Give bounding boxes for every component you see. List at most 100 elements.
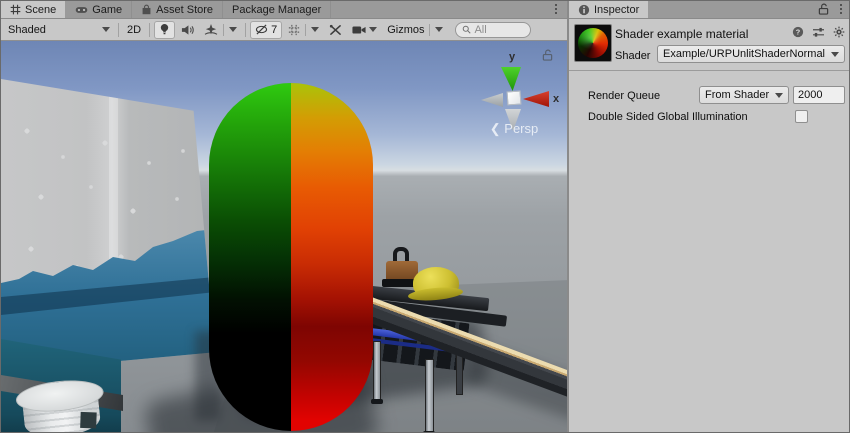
persp-label: Persp [504,121,538,136]
info-icon [578,4,590,16]
scene-toolbar: Shaded 2D 7 [1,19,567,41]
toolbar-separator [118,23,119,37]
persp-arrow-icon: ❮ [490,121,501,136]
grid-icon [10,4,21,15]
scene-camera-button[interactable] [348,21,381,39]
dsgi-label: Double Sided Global Illumination [588,111,748,123]
bag-icon [141,4,152,15]
unity-editor-window: Scene Game Asset Store Package Manager S… [0,0,850,433]
chevron-down-icon [102,27,110,32]
toggle-2d-button[interactable]: 2D [123,21,145,39]
shader-label: Shader [615,50,650,62]
draw-mode-label: Shaded [8,24,46,36]
material-preview-thumbnail[interactable] [574,24,612,62]
toolbar-separator [245,23,246,37]
scene-viewport[interactable]: y x ❮ Persp [1,41,567,433]
effects-icon [204,24,218,36]
chevron-down-icon [311,27,319,32]
lightbulb-icon [159,23,170,36]
render-queue-dropdown[interactable]: From Shader [699,86,789,104]
shader-capsule[interactable] [209,83,373,431]
tab-game-label: Game [92,4,122,16]
paint-bucket [8,376,113,433]
scene-audio-button[interactable] [177,21,198,39]
hidden-count-label: 7 [271,24,277,36]
tab-game[interactable]: Game [66,1,132,18]
bucket-label [80,412,97,429]
tab-scene-label: Scene [25,4,56,16]
gamepad-icon [75,5,88,15]
toolbar-separator [223,24,224,36]
gizmo-x-axis-cone[interactable] [523,91,549,107]
bench-foot [371,399,383,404]
chevron-down-icon [435,27,443,32]
unlock-icon[interactable] [818,3,829,15]
render-queue-row: Render Queue From Shader [569,86,850,106]
help-icon[interactable]: ? [792,26,804,38]
inspector-tabbar-controls [818,3,846,15]
render-queue-label: Render Queue [588,90,660,102]
bench-leg [425,359,434,433]
shader-dropdown[interactable]: Example/URPUnlitShaderNormal [657,45,845,63]
draw-mode-dropdown[interactable]: Shaded [4,21,114,39]
shader-dropdown-value: Example/URPUnlitShaderNormal [663,48,825,60]
tab-inspector[interactable]: Inspector [569,1,649,18]
presets-icon[interactable] [812,27,825,38]
svg-text:?: ? [796,28,801,37]
camera-icon [352,25,366,35]
axis-x-label: x [553,93,559,105]
dsgi-row: Double Sided Global Illumination [569,109,850,127]
toggle-2d-label: 2D [127,24,141,36]
scene-visibility-button[interactable]: 7 [250,21,282,39]
chevron-down-icon [831,52,839,57]
capsule-left-half [209,83,291,431]
tab-asset-store-label: Asset Store [156,4,213,16]
dsgi-checkbox[interactable] [795,110,808,123]
axis-y-label: y [509,51,515,63]
scene-tabstrip: Scene Game Asset Store Package Manager [1,1,567,19]
gizmos-dropdown[interactable]: Gizmos [383,21,447,39]
grid-snap-icon [288,24,300,36]
inspector-panel: Inspector Shader example material ? Shad… [569,1,850,433]
render-queue-value-field[interactable] [793,86,845,104]
scene-effects-button[interactable] [200,21,241,39]
scene-lighting-button[interactable] [154,21,175,39]
gizmos-label: Gizmos [387,24,424,36]
projection-toggle[interactable]: ❮ Persp [469,121,559,137]
tab-asset-store[interactable]: Asset Store [132,1,223,18]
tab-package-manager[interactable]: Package Manager [223,1,331,18]
material-header-icons: ? [792,26,845,38]
tab-scene[interactable]: Scene [1,1,66,18]
toolbar-separator [305,24,306,36]
material-preview-sphere [578,28,608,58]
gizmo-lock-icon[interactable] [542,49,553,61]
scene-search-field[interactable] [455,22,531,38]
spotted-wall [1,79,215,381]
toolbar-separator [429,24,430,36]
component-tools-button[interactable] [325,21,346,39]
gizmo-gray-cone-left[interactable] [481,93,503,107]
tools-icon [329,24,342,36]
bench-leg [373,341,381,401]
tab-inspector-label: Inspector [594,4,639,16]
render-queue-mode: From Shader [705,89,769,101]
eye-slash-icon [255,24,268,35]
chevron-down-icon [369,27,377,32]
scene-menu-kebab-icon[interactable] [551,4,561,14]
gear-icon[interactable] [833,26,845,38]
toolbar-separator [149,23,150,37]
material-header: Shader example material ? Shader Example… [569,19,850,71]
capsule-right-half [291,83,373,431]
material-title: Shader example material [615,27,748,41]
grid-visibility-button[interactable] [284,21,323,39]
inspector-tabstrip: Inspector [569,1,850,19]
chevron-down-icon [775,93,783,98]
gizmo-y-axis-cone[interactable] [501,67,521,91]
search-input[interactable] [474,24,520,36]
search-icon [462,25,471,34]
speaker-icon [181,24,194,36]
tab-package-manager-label: Package Manager [232,4,321,16]
chevron-down-icon [229,27,237,32]
gizmo-center-cube[interactable] [507,91,522,106]
inspector-menu-kebab-icon[interactable] [836,4,846,14]
